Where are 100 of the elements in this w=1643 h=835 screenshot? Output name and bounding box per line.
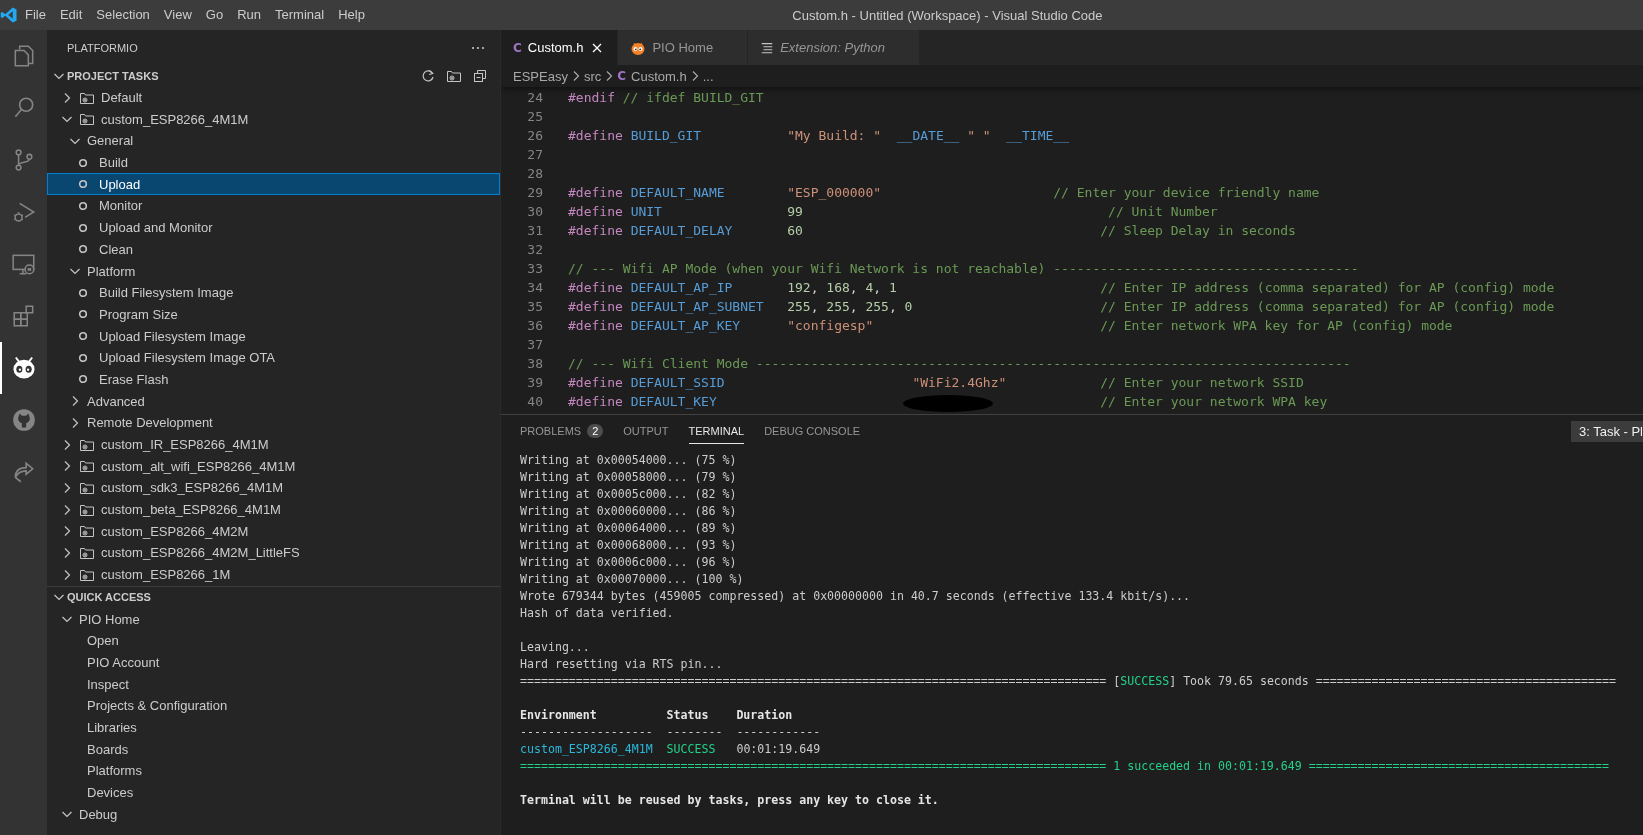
terminal-line: Terminal will be reused by tasks, press any key to close it. — [520, 792, 939, 809]
tree-item[interactable]: Upload — [47, 173, 500, 196]
terminal-line: Writing at 0x00054000... (75 %) — [520, 452, 737, 469]
circle-icon — [77, 308, 89, 321]
tree-item[interactable]: custom_beta_ESP8266_4M1M — [47, 498, 500, 521]
tree-item[interactable]: Open — [47, 629, 500, 652]
panel-tab[interactable]: TERMINAL — [688, 419, 745, 444]
tree-item[interactable]: Default — [47, 86, 500, 109]
circle-icon — [77, 221, 89, 234]
terminal-line: ==================================================================================== 1 succeeded in 00:01:19.649 =========================================== — [520, 758, 1609, 775]
tree-item[interactable]: custom_ESP8266_4M2M_LittleFS — [47, 542, 500, 564]
tree-item[interactable]: PIO Home — [47, 608, 500, 630]
tree-item[interactable]: PIO Account — [47, 651, 500, 674]
panel-tab[interactable]: DEBUG CONSOLE — [764, 419, 861, 444]
folder-gear-icon — [79, 111, 95, 128]
breadcrumb-item[interactable]: ... — [702, 68, 714, 84]
tree-item[interactable]: custom_sdk3_ESP8266_4M1M — [47, 477, 500, 499]
terminal-line: Hash of data verified. — [520, 605, 674, 622]
line-number: 37 — [526, 336, 543, 354]
menu-item[interactable]: View — [156, 0, 199, 30]
menu-item[interactable]: File — [18, 0, 53, 30]
code-line: // --- Wifi Client Mode ---------------------------------------------------------------------------- — [568, 355, 1351, 373]
breadcrumb-item[interactable]: src — [583, 68, 602, 84]
circle-icon — [77, 243, 89, 256]
tree-item[interactable]: Upload Filesystem Image OTA — [47, 346, 500, 369]
line-number: 32 — [526, 241, 543, 259]
breadcrumb-item[interactable]: ESPEasy — [513, 68, 568, 84]
line-number: 34 — [526, 279, 543, 297]
line-number: 27 — [526, 146, 543, 164]
panel-tab[interactable]: OUTPUT — [623, 419, 669, 444]
terminal-line: Leaving... — [520, 639, 590, 656]
terminal-line: Writing at 0x00070000... (100 %) — [520, 571, 744, 588]
circle-cat-icon[interactable] — [10, 407, 37, 433]
panel-tab[interactable]: PROBLEMS 2 — [520, 419, 604, 444]
code-line: #define DEFAULT_DELAY 60 // Sleep Delay in seconds — [568, 222, 1296, 240]
circle-icon — [77, 286, 89, 299]
code-line: // --- Wifi AP Mode (when your Wifi Network is not reachable) --------------------------------------- — [568, 260, 1359, 278]
collapse-all-icon[interactable] — [472, 67, 488, 84]
code-line: #define DEFAULT_AP_KEY "configesp" // Enter network WPA key for AP (config) mode — [568, 317, 1453, 335]
tree-item[interactable]: Inspect — [47, 673, 500, 695]
section-header[interactable]: QUICK ACCESS — [47, 585, 500, 609]
line-number: 30 — [526, 203, 543, 221]
line-number: 31 — [526, 222, 543, 240]
menu-item[interactable]: Go — [198, 0, 231, 30]
line-number: 28 — [526, 165, 543, 183]
tree-item[interactable]: Debug — [47, 803, 500, 826]
tree-item[interactable]: custom_ESP8266_4M2M — [47, 520, 500, 543]
tree-item[interactable]: Platform — [47, 260, 500, 282]
line-number: 29 — [526, 184, 543, 202]
menu-item[interactable]: Help — [331, 0, 372, 30]
line-number: 25 — [526, 108, 543, 126]
app-logo-icon — [0, 6, 18, 24]
terminal-line: Writing at 0x00060000... (86 %) — [520, 503, 737, 520]
line-number: 33 — [526, 260, 543, 278]
menu-item[interactable]: Terminal — [268, 0, 332, 30]
tree-item[interactable]: custom_IR_ESP8266_4M1M — [47, 433, 500, 456]
terminal-line: Writing at 0x00068000... (93 %) — [520, 537, 737, 554]
terminal-line: custom_ESP8266_4M1M SUCCESS 00:01:19.649 — [520, 741, 821, 758]
tree-item[interactable]: Platforms — [47, 760, 500, 782]
editor-tab[interactable]: Extension: Python — [748, 30, 920, 65]
tree-item[interactable]: Projects & Configuration — [47, 694, 500, 717]
sidebar-title: PLATFORMIO — [67, 41, 138, 54]
editor-tab[interactable]: PIO Home — [618, 30, 749, 65]
tree-item[interactable]: Devices — [47, 781, 500, 804]
refresh-icon[interactable] — [420, 67, 436, 84]
line-number: 35 — [526, 298, 543, 316]
tree-item[interactable]: Upload Filesystem Image — [47, 325, 500, 347]
code-line: #define DEFAULT_KEY // Enter your network WPA key — [568, 392, 1328, 411]
tree-item[interactable]: Advanced — [47, 390, 500, 412]
terminal-dropdown[interactable]: 3: Task - Pl — [1570, 421, 1643, 442]
circle-icon — [77, 178, 89, 191]
editor-tab[interactable]: C Custom.h — [501, 30, 619, 65]
menu-item[interactable]: Run — [230, 0, 268, 30]
line-number: 26 — [526, 127, 543, 145]
section-header[interactable]: PROJECT TASKS — [47, 65, 500, 87]
tree-item[interactable]: Erase Flash — [47, 368, 500, 391]
line-number: 24 — [526, 89, 543, 107]
line-number: 39 — [526, 374, 543, 392]
folder-gear-icon — [79, 523, 95, 540]
tree-item[interactable]: custom_ESP8266_1M — [47, 563, 500, 586]
menu-item[interactable]: Selection — [89, 0, 157, 30]
breadcrumb-item[interactable]: C Custom.h — [617, 68, 687, 84]
tree-item[interactable]: Clean — [47, 238, 500, 261]
tree-item[interactable]: custom_ESP8266_4M1M — [47, 108, 500, 131]
code-line: #define DEFAULT_SSID "WiFi2.4Ghz" // Enter your network SSID — [568, 374, 1304, 392]
code-line: #define DEFAULT_AP_SUBNET 255, 255, 255, 0 // Enter IP address (comma separated) for AP (config) mode — [568, 298, 1555, 316]
tree-item[interactable]: custom_alt_wifi_ESP8266_4M1M — [47, 455, 500, 478]
tree-item[interactable]: Upload and Monitor — [47, 216, 500, 239]
tree-item[interactable]: Remote Development — [47, 412, 500, 434]
menu-item[interactable]: Edit — [52, 0, 90, 30]
tree-item[interactable]: Build — [47, 151, 500, 174]
tree-item[interactable]: Boards — [47, 738, 500, 760]
tree-item[interactable]: Monitor — [47, 195, 500, 217]
tree-item[interactable]: Libraries — [47, 716, 500, 739]
circle-icon — [77, 351, 89, 364]
terminal-line: Writing at 0x0005c000... (82 %) — [520, 486, 737, 503]
tree-item[interactable]: Build Filesystem Image — [47, 281, 500, 304]
tree-item[interactable]: Program Size — [47, 303, 500, 326]
code-line: #define UNIT 99 // Unit Number — [568, 203, 1218, 221]
tree-item[interactable]: General — [47, 130, 500, 152]
